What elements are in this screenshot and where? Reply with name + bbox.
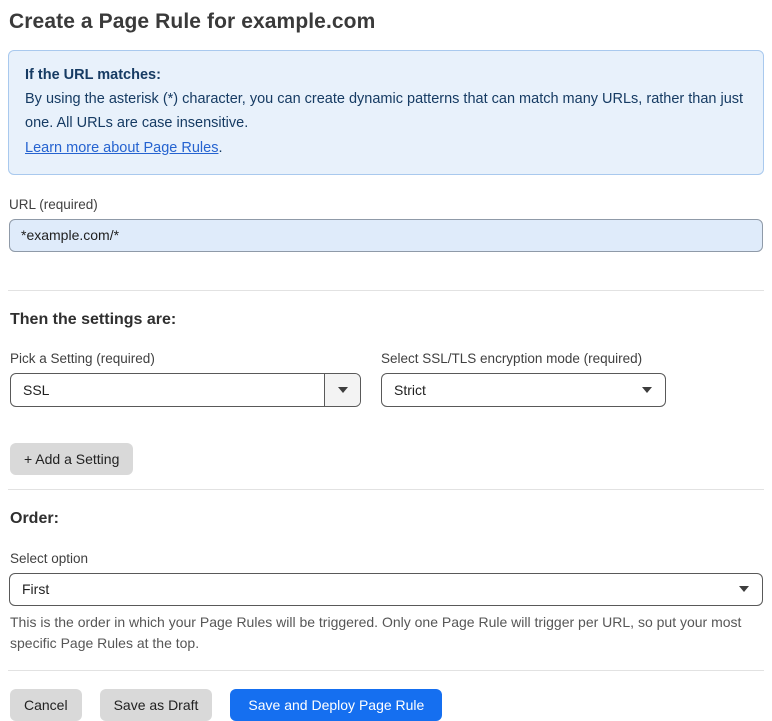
settings-selects-row: Pick a Setting (required) SSL Select SSL… — [10, 351, 764, 407]
settings-section-heading: Then the settings are: — [10, 310, 177, 328]
add-setting-wrap: + Add a Setting — [10, 442, 764, 475]
ssl-mode-label: Select SSL/TLS encryption mode (required… — [381, 350, 643, 366]
pick-setting-group: Pick a Setting (required) SSL — [10, 351, 361, 407]
order-select-label: Select option — [10, 550, 89, 566]
chevron-down-icon[interactable] — [324, 373, 360, 406]
chevron-down-icon — [726, 586, 762, 593]
add-setting-button[interactable]: + Add a Setting — [10, 442, 134, 475]
pick-setting-value: SSL — [23, 381, 50, 398]
divider — [8, 488, 764, 490]
order-select-group: Select option — [10, 551, 764, 566]
save-draft-button[interactable]: Save as Draft — [99, 688, 213, 721]
caret-shape — [337, 386, 348, 393]
divider — [8, 669, 764, 671]
link-period: . — [218, 139, 223, 156]
url-match-info-box: If the URL matches: By using the asteris… — [8, 50, 764, 175]
caret-shape — [642, 386, 652, 393]
ssl-mode-select[interactable]: Strict — [381, 372, 666, 407]
pick-setting-select[interactable]: SSL — [10, 372, 361, 407]
order-select[interactable]: First — [9, 572, 763, 606]
order-select-wrap: First — [9, 572, 763, 606]
cancel-button[interactable]: Cancel — [10, 688, 82, 721]
url-input[interactable] — [9, 218, 763, 252]
footer-buttons: Cancel Save as Draft Save and Deploy Pag… — [10, 688, 764, 721]
order-section-heading: Order: — [10, 509, 59, 527]
url-field-group: URL (required) — [9, 197, 763, 252]
info-box-link-line: Learn more about Page Rules. — [25, 136, 747, 160]
page-title: Create a Page Rule for example.com — [9, 10, 376, 33]
order-helper-text: This is the order in which your Page Rul… — [10, 613, 742, 651]
ssl-mode-group: Select SSL/TLS encryption mode (required… — [381, 351, 666, 407]
info-box-body: By using the asterisk (*) character, you… — [25, 91, 744, 132]
caret-shape — [739, 586, 749, 593]
create-page-rule-form: Create a Page Rule for example.com If th… — [0, 0, 772, 721]
chevron-down-icon — [629, 386, 665, 393]
pick-setting-label: Pick a Setting (required) — [10, 350, 155, 366]
order-select-value: First — [22, 581, 50, 598]
learn-more-link[interactable]: Learn more about Page Rules — [25, 140, 218, 156]
ssl-mode-value: Strict — [394, 381, 426, 398]
info-box-heading: If the URL matches: — [25, 67, 161, 83]
url-field-label: URL (required) — [9, 196, 98, 212]
save-deploy-button[interactable]: Save and Deploy Page Rule — [230, 688, 443, 721]
divider — [8, 289, 764, 291]
